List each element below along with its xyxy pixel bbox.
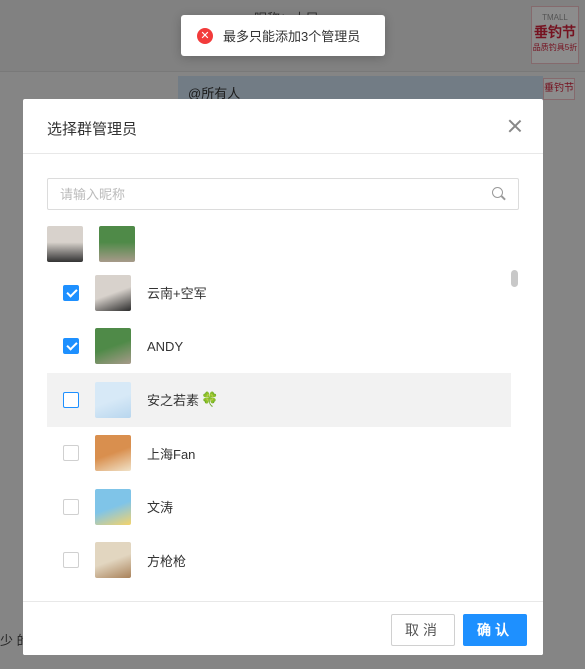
close-icon[interactable] [505,116,525,136]
member-avatar [95,435,131,472]
list-scrollbar[interactable] [511,270,518,287]
search-input[interactable] [48,179,468,209]
member-checkbox[interactable] [63,445,79,462]
member-name-text: 云南+空军 [147,286,207,302]
search-box [47,178,519,210]
toast-message: 最多只能添加3个管理员 [223,29,361,44]
member-avatar [95,328,131,365]
select-admin-dialog: 选择群管理员 云南+空军ANDY安之若素🍀上海Fan文涛方枪枪张洪涛 取消 确认 [23,99,543,655]
clover-icon: 🍀 [201,391,219,408]
member-name: 上海Fan [147,444,195,463]
member-list: 云南+空军ANDY安之若素🍀上海Fan文涛方枪枪张洪涛 [47,266,511,606]
member-list-item[interactable]: 上海Fan [47,427,511,481]
member-checkbox[interactable] [63,338,79,355]
member-checkbox[interactable] [63,498,79,515]
member-checkbox[interactable] [63,391,79,408]
member-name-text: 安之若素 [147,393,200,409]
member-name-text: 方枪枪 [147,553,187,569]
member-list-item[interactable]: 云南+空军 [47,266,511,320]
member-name-text: 上海Fan [147,446,196,462]
dialog-title: 选择群管理员 [47,121,138,138]
member-name: 方枪枪 [147,551,186,570]
member-avatar [95,381,131,418]
search-icon[interactable] [492,187,506,201]
member-list-item[interactable]: 方枪枪 [47,534,511,588]
cancel-button[interactable]: 取消 [391,614,455,646]
error-x-icon: ✕ [197,27,213,44]
member-list-item[interactable]: 安之若素 🍀 [47,373,511,427]
confirm-button[interactable]: 确认 [463,614,527,646]
error-toast: ✕ 最多只能添加3个管理员 [181,15,385,56]
member-avatar [95,488,131,525]
dialog-header: 选择群管理员 [23,99,543,154]
member-name: 云南+空军 [147,283,207,302]
member-name: ANDY [147,339,183,354]
selected-avatar[interactable] [47,226,83,262]
member-name: 文涛 [147,497,173,516]
dialog-footer: 取消 确认 [23,601,543,655]
member-name-text: ANDY [147,338,184,354]
selected-avatar[interactable] [99,226,135,262]
member-checkbox[interactable] [63,284,79,301]
member-list-item[interactable]: ANDY [47,320,511,374]
member-name-text: 文涛 [147,500,174,516]
member-avatar [95,274,131,311]
member-avatar [95,542,131,579]
member-name: 安之若素 🍀 [147,390,218,409]
member-checkbox[interactable] [63,552,79,569]
member-list-item[interactable]: 文涛 [47,480,511,534]
selected-avatars-row [47,226,135,262]
